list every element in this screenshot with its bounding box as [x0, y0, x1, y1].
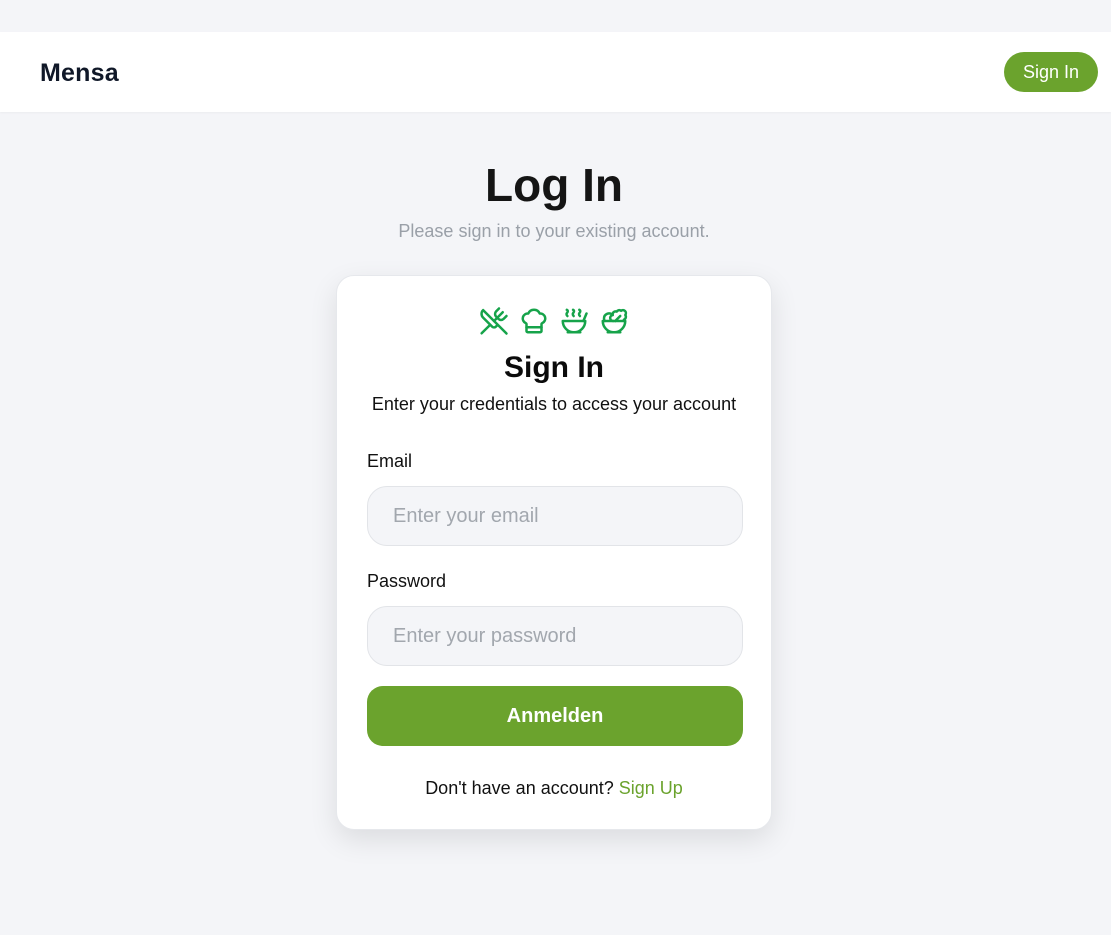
signup-prompt-text: Don't have an account? [425, 778, 619, 798]
email-label: Email [367, 451, 413, 471]
salad-bowl-icon [599, 306, 629, 336]
login-submit-button[interactable]: Anmelden [367, 686, 743, 746]
page-subtitle: Please sign in to your existing account. [398, 221, 710, 241]
card-title: Sign In [504, 351, 604, 384]
email-input[interactable] [367, 486, 743, 546]
brand-logo[interactable]: Mensa [40, 59, 119, 88]
utensils-crossed-icon [479, 306, 509, 336]
signup-link[interactable]: Sign Up [619, 778, 683, 798]
top-navbar: Mensa Sign In [0, 32, 1111, 112]
card-subtitle: Enter your credentials to access your ac… [371, 394, 737, 414]
signup-prompt-row: Don't have an account? Sign Up [337, 778, 771, 799]
nav-sign-in-button[interactable]: Sign In [1004, 52, 1098, 92]
login-card: Sign In Enter your credentials to access… [336, 275, 772, 830]
password-input[interactable] [367, 606, 743, 666]
soup-bowl-icon [559, 306, 589, 336]
page-title: Log In [485, 159, 623, 211]
password-label: Password [367, 571, 447, 591]
food-icon-row [337, 306, 771, 338]
chef-hat-icon [519, 306, 549, 336]
